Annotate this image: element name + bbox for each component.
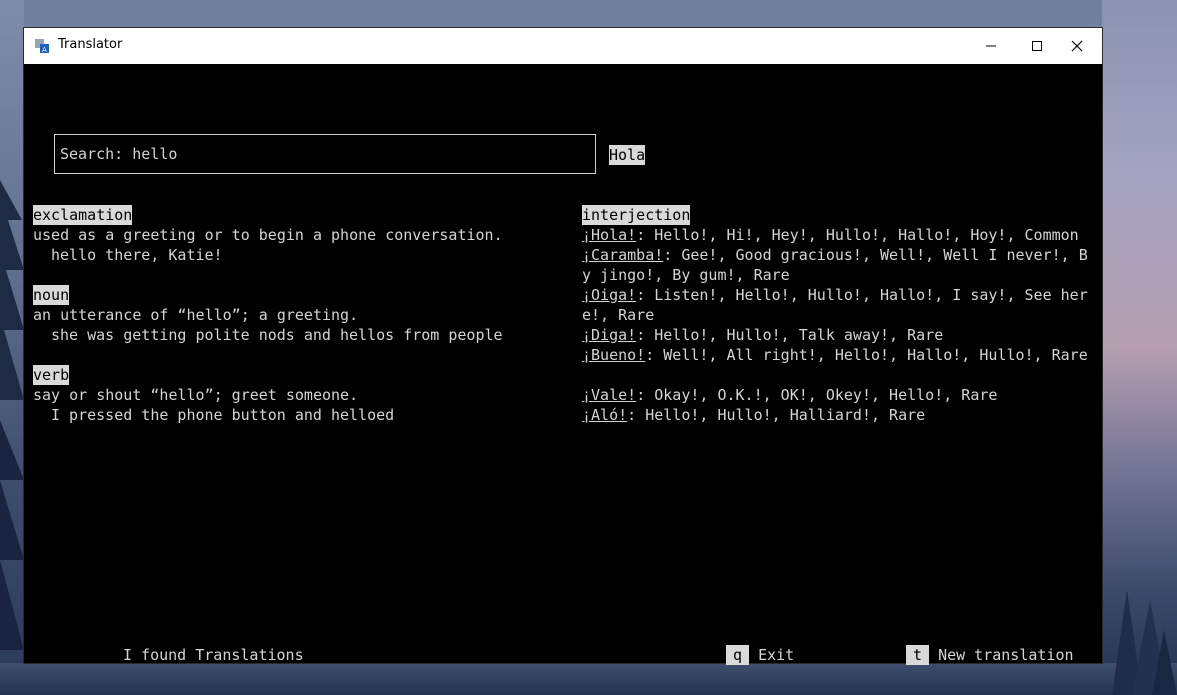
minimize-icon xyxy=(986,45,996,47)
definition-meaning: used as a greeting or to begin a phone c… xyxy=(33,226,503,244)
translation-entry: ¡Diga!: Hello!, Hullo!, Talk away!, Rare xyxy=(582,325,943,345)
translation-word[interactable]: ¡Oiga! xyxy=(582,286,636,304)
search-value: hello xyxy=(132,145,178,163)
translation-word[interactable]: ¡Caramba! xyxy=(582,246,663,264)
translation-pos: interjection xyxy=(582,205,691,225)
maximize-icon xyxy=(1032,41,1042,51)
definition-pos: verb xyxy=(33,365,70,385)
new-translation-shortcut[interactable]: t New translation xyxy=(906,645,1074,665)
definition-example: I pressed the phone button and helloed xyxy=(51,406,395,424)
translation-word[interactable]: ¡Vale! xyxy=(582,386,636,404)
translation-meanings: : Well!, All right!, Hello!, Hallo!, Hul… xyxy=(645,346,1088,364)
new-translation-label: New translation xyxy=(938,646,1074,664)
definition-example: she was getting polite nods and hellos f… xyxy=(51,326,503,344)
translation-meanings: : Gee!, Good gracious!, Well!, Well I ne… xyxy=(663,246,1088,264)
translation-word[interactable]: ¡Bueno! xyxy=(582,346,645,364)
quick-translation: Hola xyxy=(609,145,646,165)
minimize-button[interactable] xyxy=(968,28,1014,64)
status-text: I found Translations xyxy=(123,646,304,664)
translation-meanings: : Hello!, Hullo!, Halliard!, Rare xyxy=(627,406,926,424)
exit-label: Exit xyxy=(758,646,795,664)
new-translation-key: t xyxy=(906,645,930,665)
window-title: Translator xyxy=(58,37,123,52)
definition-pos: exclamation xyxy=(33,205,133,225)
close-icon xyxy=(1071,40,1083,52)
search-input[interactable]: Search: hello xyxy=(54,134,596,174)
definition-pos: noun xyxy=(33,285,70,305)
pine-trees-right xyxy=(1112,590,1177,695)
translation-word[interactable]: ¡Hola! xyxy=(582,226,636,244)
translation-entry: ¡Bueno!: Well!, All right!, Hello!, Hall… xyxy=(582,345,1088,365)
exit-shortcut[interactable]: q Exit xyxy=(726,645,794,665)
svg-text:A: A xyxy=(42,46,47,54)
title-bar[interactable]: A Translator xyxy=(24,28,1102,64)
translator-app-icon: A xyxy=(35,39,49,54)
pine-tree-left xyxy=(0,180,24,650)
translation-word[interactable]: ¡Aló! xyxy=(582,406,627,424)
translation-entry: ¡Oiga!: Listen!, Hello!, Hullo!, Hallo!,… xyxy=(582,285,1088,305)
translation-meanings-cont: y jingo!, By gum!, Rare xyxy=(582,266,790,284)
definition-meaning: an utterance of “hello”; a greeting. xyxy=(33,306,359,324)
translation-meanings-cont: e!, Rare xyxy=(582,306,655,324)
translation-meanings: : Hello!, Hullo!, Talk away!, Rare xyxy=(636,326,944,344)
definition-example: hello there, Katie! xyxy=(51,246,223,264)
translation-entry: ¡Caramba!: Gee!, Good gracious!, Well!, … xyxy=(582,245,1088,265)
definition-meaning: say or shout “hello”; greet someone. xyxy=(33,386,359,404)
translation-meanings: : Listen!, Hello!, Hullo!, Hallo!, I say… xyxy=(636,286,1088,304)
desktop-wallpaper-bottom xyxy=(0,663,1177,695)
translation-entry: ¡Aló!: Hello!, Hullo!, Halliard!, Rare xyxy=(582,405,925,425)
search-label: Search: xyxy=(60,145,133,163)
translation-meanings: : Hello!, Hi!, Hey!, Hullo!, Hallo!, Hoy… xyxy=(636,226,1079,244)
close-button[interactable] xyxy=(1054,28,1100,64)
exit-key: q xyxy=(726,645,750,665)
translation-word[interactable]: ¡Diga! xyxy=(582,326,636,344)
terminal-area: Search: hello Hola exclamation used as a… xyxy=(24,64,1102,665)
translation-entry: ¡Vale!: Okay!, O.K.!, OK!, Okey!, Hello!… xyxy=(582,385,997,405)
translation-entry: ¡Hola!: Hello!, Hi!, Hey!, Hullo!, Hallo… xyxy=(582,225,1079,245)
translation-meanings: : Okay!, O.K.!, OK!, Okey!, Hello!, Rare xyxy=(636,386,998,404)
translator-window: A Translator Search: hello Hola exclamat… xyxy=(23,27,1103,665)
